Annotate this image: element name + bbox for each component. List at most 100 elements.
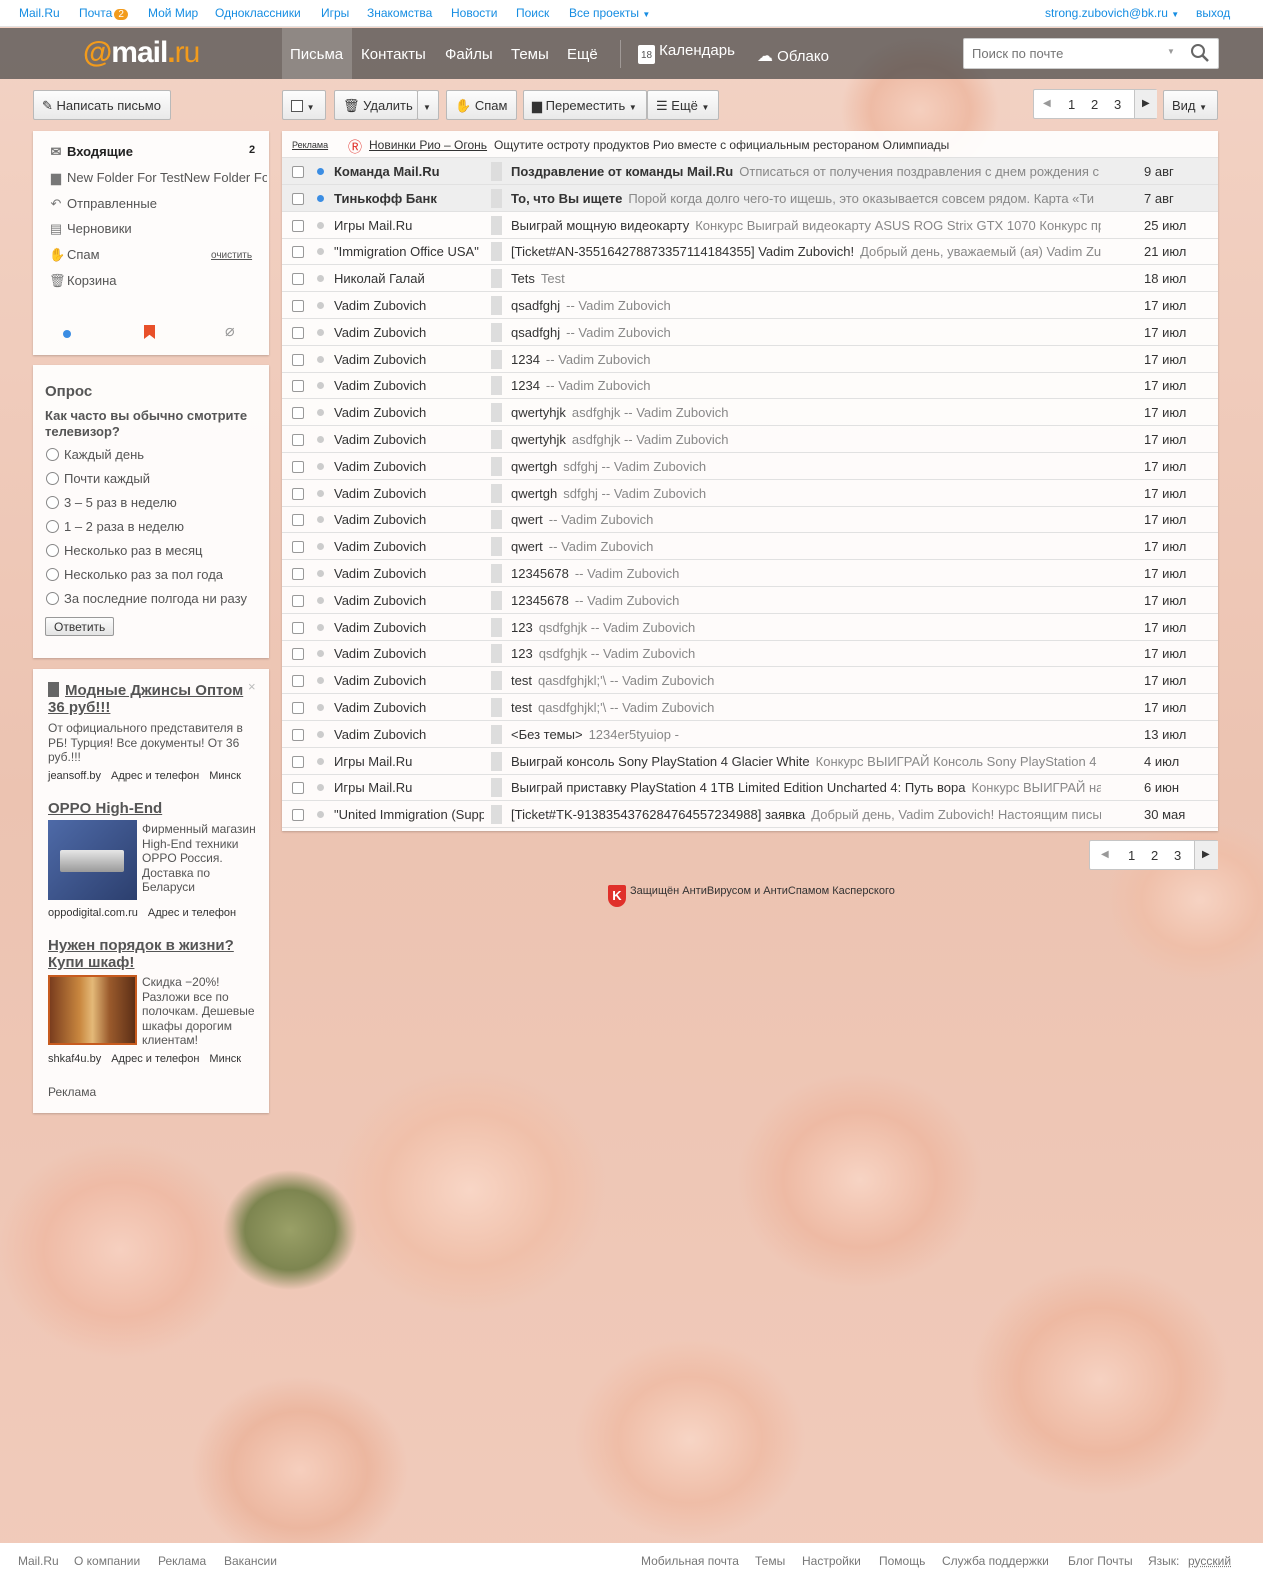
nav-calendar[interactable]: 18 Календарь [638, 42, 735, 64]
flag-icon[interactable] [491, 671, 502, 691]
message-checkbox[interactable] [292, 487, 304, 500]
flag-icon[interactable] [491, 296, 502, 315]
flag-icon[interactable] [491, 724, 502, 744]
view-button[interactable]: Вид ▼ [1163, 90, 1218, 120]
message-row[interactable]: Vadim Zubovich test qasdfghjkl;'\ -- Vadim… [282, 694, 1218, 721]
mailru-link[interactable]: Mail.Ru [19, 6, 60, 20]
search-input[interactable] [972, 46, 1162, 61]
message-row[interactable]: Vadim Zubovich qwertyhjk asdfghjk -- Vadim… [282, 426, 1218, 453]
znakomstva-link[interactable]: Знакомства [367, 6, 432, 20]
folder-trash[interactable]: 🗑Корзина [49, 273, 267, 289]
message-row[interactable]: Vadim Zubovich qwertyhjk asdfghjk -- Vadim… [282, 399, 1218, 427]
delete-dropdown-button[interactable]: ▼ [417, 90, 439, 120]
message-checkbox[interactable] [292, 246, 304, 259]
unread-filter-icon[interactable] [63, 330, 71, 338]
flag-icon[interactable] [491, 242, 502, 262]
footer-support[interactable]: Служба поддержки [942, 1554, 1049, 1568]
spam-button[interactable]: ✋ Спам [446, 90, 517, 120]
read-status-icon[interactable] [317, 168, 324, 175]
read-status-icon[interactable] [317, 757, 324, 765]
more-button[interactable]: ☰ Ещё ▼ [647, 90, 719, 120]
message-row[interactable]: Vadim Zubovich 123 qsdfghjk -- Vadim Zubov… [282, 614, 1218, 641]
poll-option[interactable]: За последние полгода ни разу [46, 591, 247, 606]
promo-label[interactable]: Реклама [292, 140, 328, 150]
read-status-icon[interactable] [317, 677, 324, 685]
read-status-icon[interactable] [317, 436, 324, 443]
read-status-icon[interactable] [317, 489, 324, 497]
nav-themes[interactable]: Темы [511, 46, 549, 63]
antivirus-link[interactable]: АнтиВирусом [682, 885, 751, 897]
message-row[interactable]: Игры Mail.Ru Выиграй консоль Sony PlaySta… [282, 748, 1218, 775]
read-status-icon[interactable] [317, 730, 324, 738]
page-1[interactable]: 1 [1068, 97, 1075, 112]
footer-help[interactable]: Помощь [879, 1554, 925, 1568]
logout-link[interactable]: выход [1196, 6, 1230, 20]
next-page-icon[interactable]: ▶ [1194, 841, 1218, 869]
read-status-icon[interactable] [317, 811, 324, 819]
message-checkbox[interactable] [292, 353, 304, 366]
message-row[interactable]: Vadim Zubovich qwertgh sdfghj -- Vadim Zub… [282, 453, 1218, 480]
message-row[interactable]: Тинькофф Банк То, что Вы ищете Порой когда… [282, 184, 1218, 212]
message-checkbox[interactable] [292, 326, 304, 339]
flag-icon[interactable] [491, 805, 502, 825]
message-row[interactable]: Vadim Zubovich qsadfghj -- Vadim Zubovich 1… [282, 319, 1218, 346]
page-3[interactable]: 3 [1174, 848, 1181, 863]
message-checkbox[interactable] [292, 755, 304, 768]
message-checkbox[interactable] [292, 300, 304, 312]
read-status-icon[interactable] [317, 623, 324, 631]
message-checkbox[interactable] [292, 219, 304, 232]
ad-title[interactable]: Нужен порядок в жизни? Купи шкаф! [48, 937, 253, 971]
compose-button[interactable]: ✎ Написать письмо [33, 90, 171, 120]
flag-icon[interactable] [491, 564, 502, 583]
message-row[interactable]: Команда Mail.Ru Поздравление от команды M… [282, 158, 1218, 185]
ad-title[interactable]: Модные Джинсы Оптом 36 руб!!! [48, 682, 253, 716]
message-checkbox[interactable] [292, 166, 304, 178]
message-row[interactable]: Vadim Zubovich qwert -- Vadim Zubovich 17 и… [282, 533, 1218, 561]
read-status-icon[interactable] [317, 570, 324, 577]
folder-custom[interactable]: ▆ New Folder For TestNew Folder For Test [49, 170, 267, 186]
poll-option[interactable]: Каждый день [46, 447, 144, 462]
read-status-icon[interactable] [317, 382, 324, 390]
footer-about[interactable]: О компании [74, 1554, 140, 1568]
igry-link[interactable]: Игры [321, 6, 349, 20]
footer-settings[interactable]: Настройки [802, 1554, 861, 1568]
flag-icon[interactable] [491, 403, 502, 423]
mailru-logo[interactable]: @mail.ru [83, 36, 200, 70]
flag-icon[interactable] [491, 510, 502, 530]
ad-site[interactable]: oppodigital.com.ru [48, 907, 138, 919]
footer-blog[interactable]: Блог Почты [1068, 1554, 1133, 1568]
message-row[interactable]: "United Immigration (Support)" [Ticket#TK… [282, 801, 1218, 829]
attachment-filter-icon[interactable]: ⌀ [225, 321, 235, 341]
page-2[interactable]: 2 [1091, 97, 1098, 112]
flag-icon[interactable] [491, 751, 502, 771]
read-status-icon[interactable] [317, 409, 324, 417]
user-email-link[interactable]: strong.zubovich@bk.ru ▼ [1045, 6, 1179, 20]
chevron-down-icon[interactable]: ▼ [1167, 47, 1175, 56]
message-checkbox[interactable] [292, 728, 304, 741]
next-page-icon[interactable]: ▶ [1134, 90, 1157, 118]
read-status-icon[interactable] [317, 704, 324, 711]
poll-option[interactable]: Несколько раз в месяц [46, 543, 203, 558]
flag-icon[interactable] [491, 617, 502, 637]
message-checkbox[interactable] [292, 702, 304, 714]
ad-address[interactable]: Адрес и телефон [111, 770, 199, 782]
flag-icon[interactable] [491, 376, 502, 396]
message-row[interactable]: Vadim Zubovich qwertgh sdfghj -- Vadim Zub… [282, 480, 1218, 507]
nav-contacts[interactable]: Контакты [361, 46, 426, 63]
read-status-icon[interactable] [317, 462, 324, 470]
message-row[interactable]: Игры Mail.Ru Выиграй приставку PlayStatio… [282, 774, 1218, 802]
read-status-icon[interactable] [317, 275, 324, 283]
page-2[interactable]: 2 [1151, 848, 1158, 863]
message-checkbox[interactable] [292, 621, 304, 634]
footer-jobs[interactable]: Вакансии [224, 1554, 277, 1568]
ok-link[interactable]: Одноклассники [215, 6, 301, 20]
footer-mailru[interactable]: Mail.Ru [18, 1554, 59, 1568]
clear-spam-link[interactable]: очистить [211, 250, 252, 261]
read-status-icon[interactable] [317, 543, 324, 551]
footer-themes[interactable]: Темы [755, 1554, 785, 1568]
flag-icon[interactable] [491, 483, 502, 503]
move-button[interactable]: ▆ Переместить ▼ [523, 90, 647, 120]
read-status-icon[interactable] [317, 355, 324, 363]
prev-page-icon[interactable]: ◀ [1101, 849, 1109, 860]
message-checkbox[interactable] [292, 380, 304, 393]
